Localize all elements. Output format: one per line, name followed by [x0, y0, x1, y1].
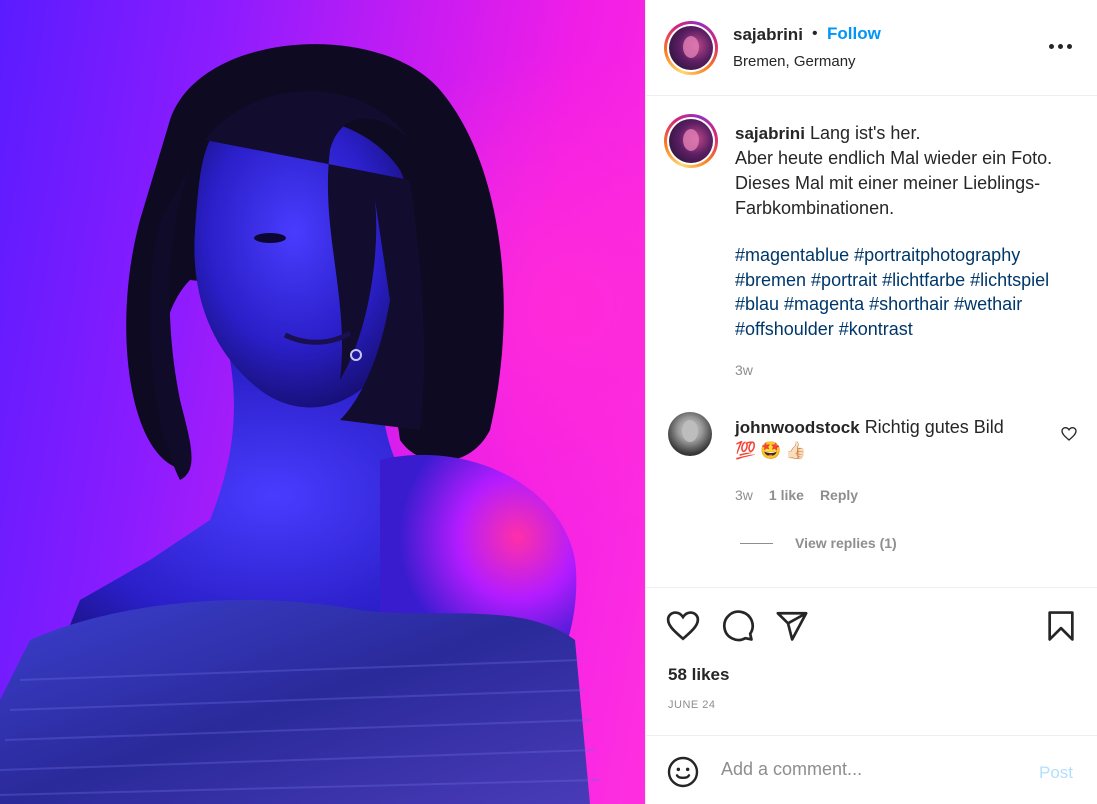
- comment-text: Richtig gutes Bild: [864, 417, 1004, 437]
- comment-composer: Post: [646, 737, 1097, 804]
- comment-timestamp[interactable]: 3w: [735, 487, 753, 503]
- heart-icon[interactable]: [666, 609, 700, 643]
- follow-button[interactable]: Follow: [827, 24, 881, 44]
- replies-divider-line: [740, 542, 773, 544]
- commenter-username[interactable]: johnwoodstock: [735, 418, 860, 437]
- reply-button[interactable]: Reply: [820, 487, 858, 503]
- author-avatar[interactable]: [664, 21, 718, 75]
- post-location[interactable]: Bremen, Germany: [733, 53, 856, 70]
- post-photo[interactable]: [0, 0, 645, 804]
- caption-username[interactable]: sajabrini: [735, 124, 805, 143]
- like-count[interactable]: 58 likes: [668, 665, 729, 685]
- caption-hashtags[interactable]: #magentablue #portraitphotography #breme…: [735, 243, 1075, 341]
- more-options-icon[interactable]: [1046, 32, 1074, 60]
- share-icon[interactable]: [775, 609, 809, 643]
- comment-likes[interactable]: 1 like: [769, 487, 804, 503]
- author-username[interactable]: sajabrini: [733, 25, 803, 45]
- comment-input[interactable]: [721, 759, 1021, 780]
- comment-body: johnwoodstock Richtig gutes Bild: [735, 415, 1055, 440]
- post-button[interactable]: Post: [1039, 763, 1073, 783]
- post-caption: sajabrini Lang ist's her. Aber heute end…: [735, 121, 1075, 221]
- caption-timestamp[interactable]: 3w: [735, 362, 753, 378]
- caption-author-avatar[interactable]: [664, 114, 718, 168]
- comment-like-heart-icon[interactable]: [1061, 426, 1077, 442]
- portrait-illustration: [0, 44, 601, 804]
- post-panel: sajabrini • Follow Bremen, Germany sajab…: [645, 0, 1097, 804]
- post-date[interactable]: JUNE 24: [668, 699, 716, 711]
- bookmark-icon[interactable]: [1044, 609, 1078, 643]
- comments-section: sajabrini Lang ist's her. Aber heute end…: [646, 96, 1097, 588]
- caption-line-2: Aber heute endlich Mal wieder ein Foto. …: [735, 148, 1053, 218]
- comment-emoji: 💯🤩👍🏻: [735, 441, 811, 460]
- emoji-icon[interactable]: [667, 756, 699, 788]
- view-replies-label: View replies (1): [795, 535, 897, 551]
- comment-meta: 3w 1 like Reply: [735, 487, 858, 503]
- caption-line-1: Lang ist's her.: [809, 123, 921, 143]
- comment-icon[interactable]: [721, 609, 755, 643]
- view-replies-button[interactable]: View replies (1): [740, 535, 897, 551]
- post-header: sajabrini • Follow Bremen, Germany: [646, 0, 1097, 96]
- commenter-avatar[interactable]: [668, 412, 712, 456]
- post-actions: 58 likes JUNE 24: [646, 589, 1097, 736]
- separator-dot: •: [812, 25, 818, 42]
